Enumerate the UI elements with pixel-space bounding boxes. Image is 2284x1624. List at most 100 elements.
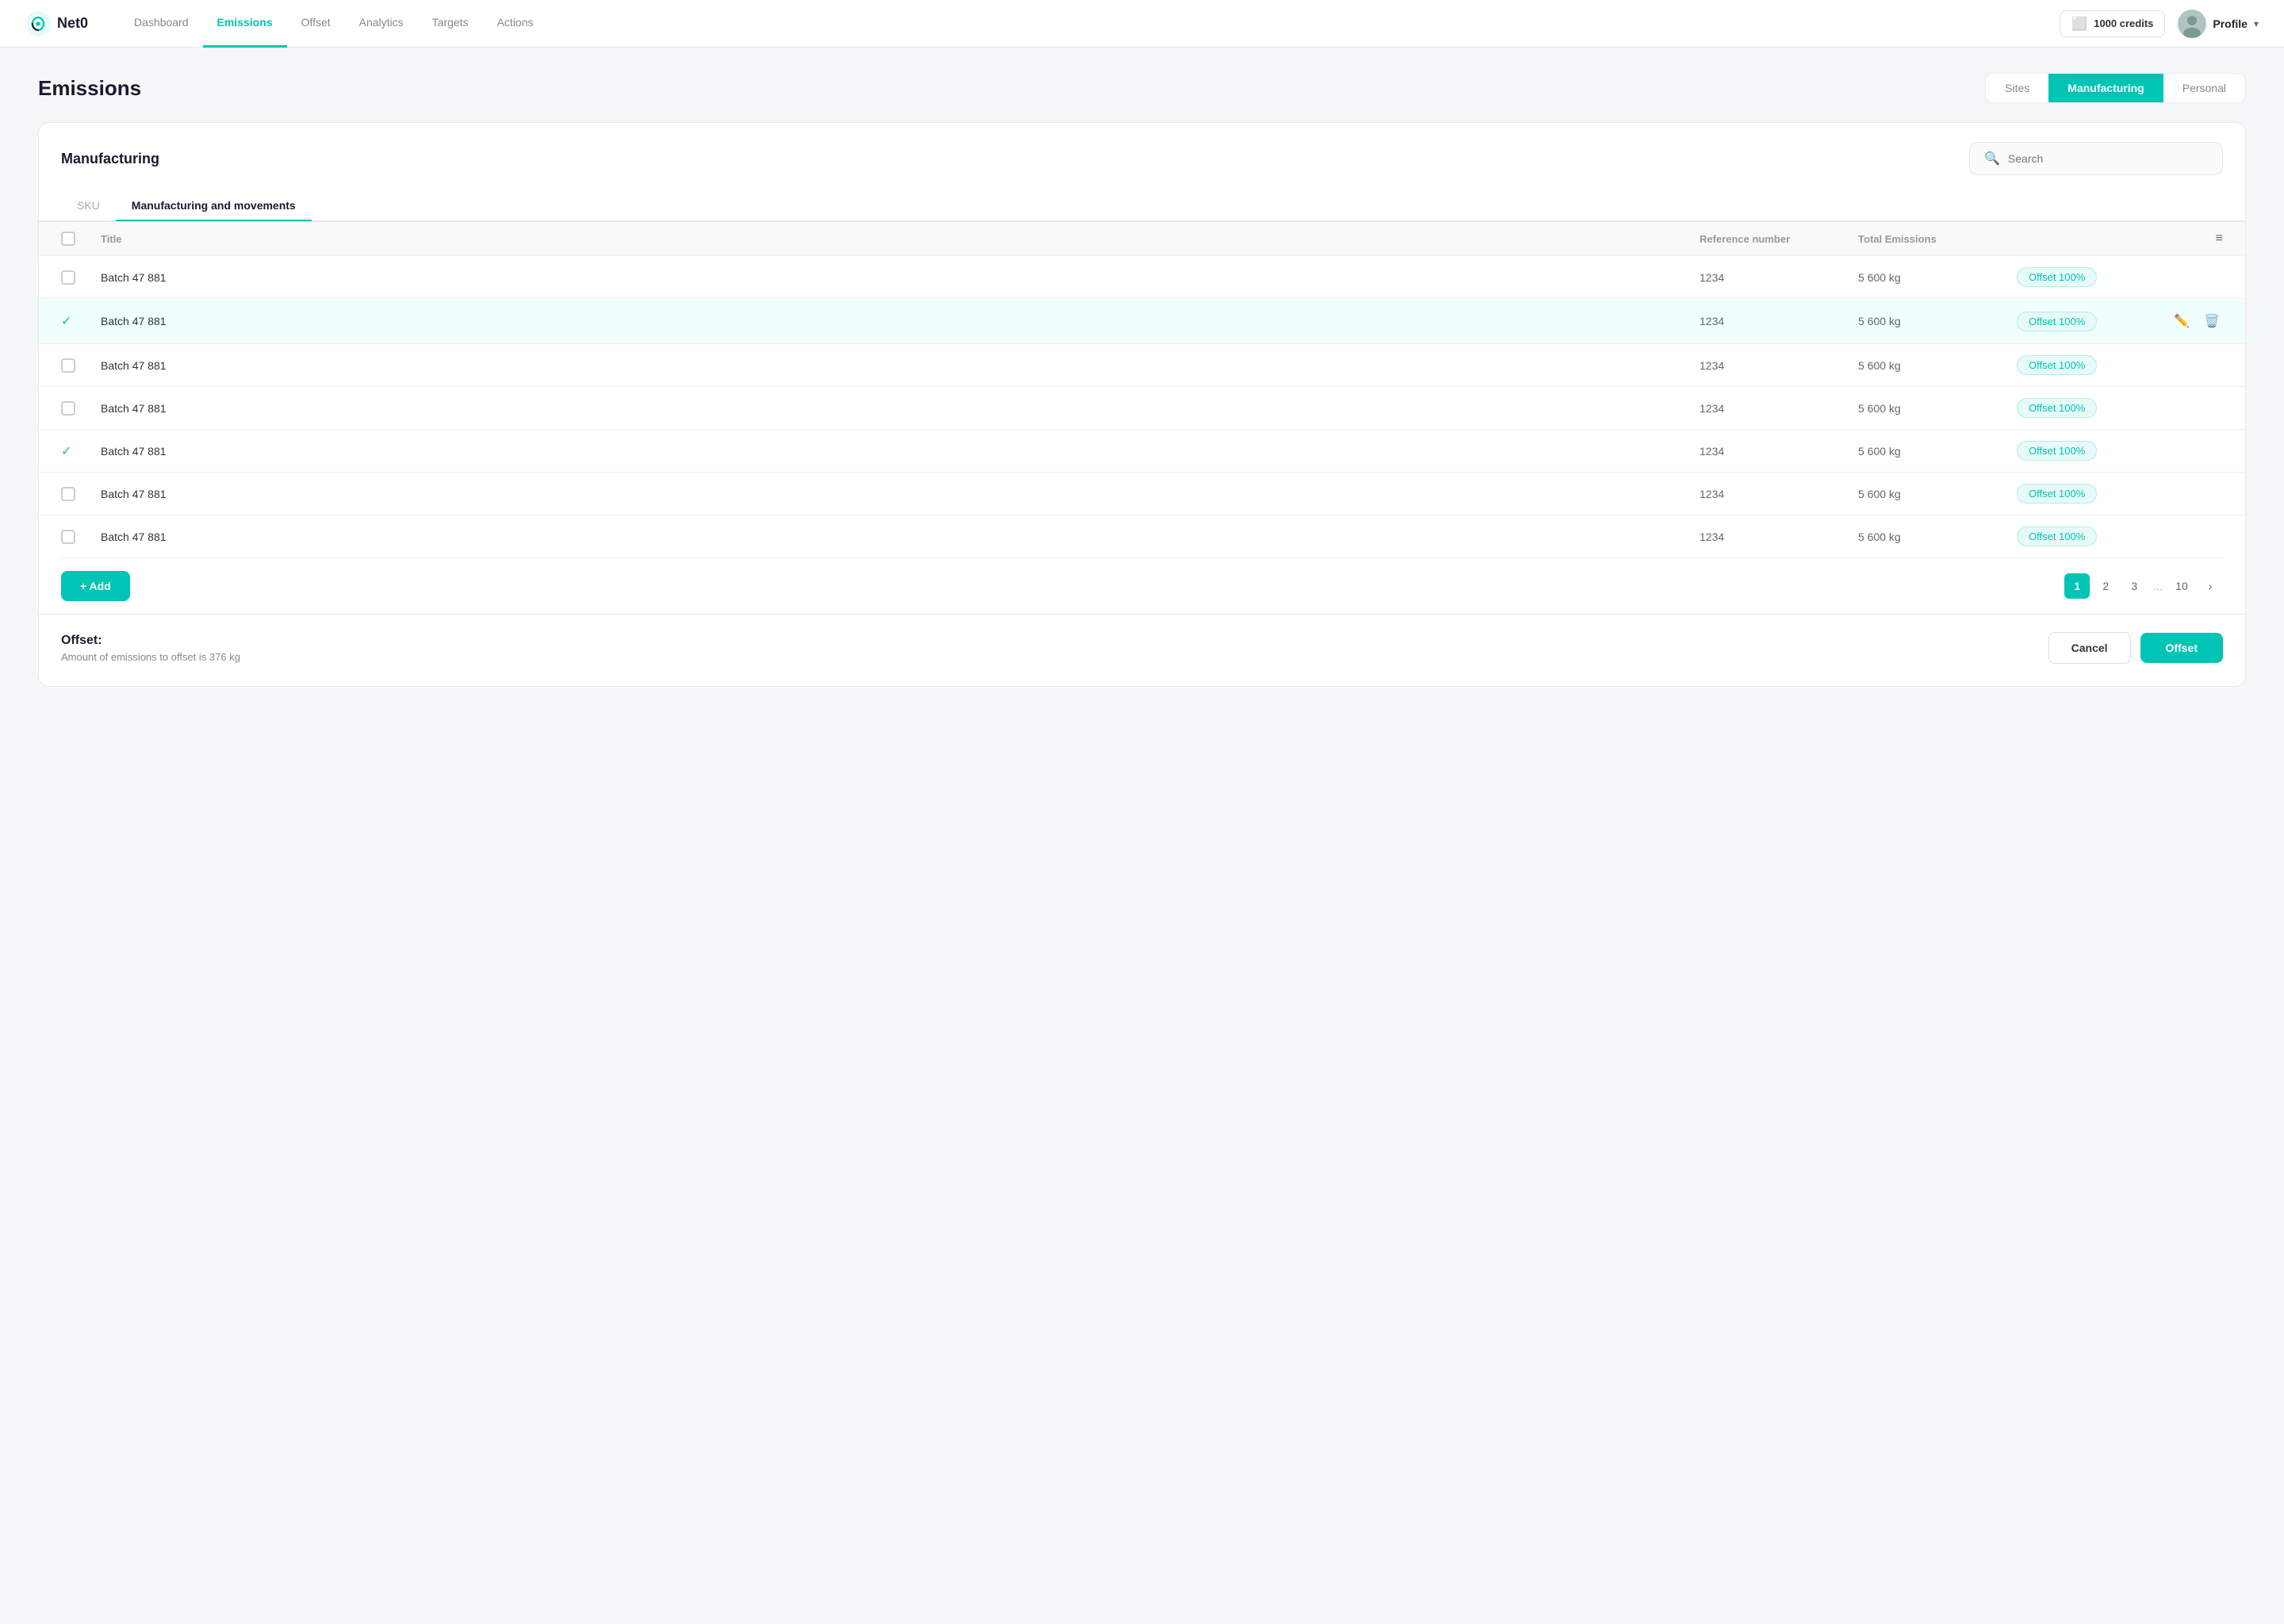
row-title-4: Batch 47 881 [101,402,1700,415]
offset-action-button[interactable]: Offset [2140,633,2223,663]
row-ref-5: 1234 [1700,445,1858,458]
row-emissions-2: 5 600 kg [1858,315,2017,327]
tab-manufacturing[interactable]: Manufacturing [2048,74,2163,102]
table-row[interactable]: Batch 47 881 1234 5 600 kg Offset 100% [39,473,2245,515]
tab-sku[interactable]: SKU [61,191,116,221]
row-checkbox-7[interactable] [61,530,75,544]
credits-text: 1000 credits [2094,17,2153,29]
select-all-checkbox[interactable] [61,232,75,246]
pagination: 1 2 3 ... 10 › [2064,573,2223,599]
manufacturing-card: Manufacturing 🔍 SKU Manufacturing and mo… [38,122,2246,687]
offset-badge-3: Offset 100% [2017,355,2097,375]
tab-sites[interactable]: Sites [1986,74,2048,102]
table-row[interactable]: Batch 47 881 1234 5 600 kg Offset 100% [39,256,2245,298]
add-button[interactable]: + Add [61,571,130,601]
row-checkbox-1[interactable] [61,270,75,285]
offset-badge-2: Offset 100% [2017,312,2097,331]
card-footer: + Add 1 2 3 ... 10 › [61,557,2223,614]
search-box[interactable]: 🔍 [1969,142,2223,175]
table-row-wrap-6: Batch 47 881 1234 5 600 kg Offset 100% [39,472,2245,515]
nav-emissions[interactable]: Emissions [203,0,287,48]
search-icon: 🔍 [1984,151,2000,167]
row-title-2: Batch 47 881 [101,315,1700,327]
row-emissions-3: 5 600 kg [1858,359,2017,372]
row-title-5: Batch 47 881 [101,445,1700,458]
offset-badge-4: Offset 100% [2017,398,2097,418]
edit-button[interactable]: ✏️ [2171,310,2193,332]
row-emissions-5: 5 600 kg [1858,445,2017,458]
table-header: Title Reference number Total Emissions ≡ [39,221,2245,255]
nav-dashboard[interactable]: Dashboard [120,0,203,48]
table-row[interactable]: Batch 47 881 1234 5 600 kg Offset 100% [39,387,2245,429]
page-content: Emissions Sites Manufacturing Personal M… [0,48,2284,712]
offset-badge-6: Offset 100% [2017,484,2097,504]
card-header: Manufacturing 🔍 [61,142,2223,175]
nav-links: Dashboard Emissions Offset Analytics Tar… [120,0,2060,48]
filter-icon[interactable]: ≡ [2159,232,2223,246]
row-checkbox-4[interactable] [61,401,75,416]
offset-label: Offset: [61,634,240,648]
table-row-wrap-5: ✓ Batch 47 881 1234 5 600 kg Offset 100% [39,429,2245,472]
offset-description: Amount of emissions to offset is 376 kg [61,651,240,663]
offset-badge-1: Offset 100% [2017,267,2097,287]
logo-text: Net0 [57,15,88,32]
page-btn-2[interactable]: 2 [2093,573,2118,599]
row-title-3: Batch 47 881 [101,359,1700,372]
table-row-wrap-2: ✓ Batch 47 881 1234 5 600 kg Offset 100%… [39,298,2245,343]
nav-targets[interactable]: Targets [418,0,483,48]
table-row-wrap-4: Batch 47 881 1234 5 600 kg Offset 100% [39,386,2245,429]
row-emissions-1: 5 600 kg [1858,271,2017,284]
tab-manufacturing-movements[interactable]: Manufacturing and movements [116,191,312,221]
page-title: Emissions [38,76,141,101]
table-row-wrap-7: Batch 47 881 1234 5 600 kg Offset 100% [39,515,2245,557]
row-check-5[interactable]: ✓ [61,443,101,459]
page-btn-1[interactable]: 1 [2064,573,2090,599]
row-checkbox-3[interactable] [61,358,75,373]
page-btn-next[interactable]: › [2198,573,2223,599]
row-actions-2: ✏️ 🗑️ [2159,310,2223,332]
table-row-wrap-1: Batch 47 881 1234 5 600 kg Offset 100% [39,255,2245,298]
delete-button[interactable]: 🗑️ [2201,310,2223,332]
navbar: Net0 Dashboard Emissions Offset Analytic… [0,0,2284,48]
offset-info: Offset: Amount of emissions to offset is… [61,634,240,663]
offset-badge-7: Offset 100% [2017,527,2097,546]
row-check-2[interactable]: ✓ [61,313,101,329]
credits-icon: ⬜ [2071,16,2087,32]
profile-area[interactable]: Profile ▾ [2178,10,2259,38]
table-row[interactable]: Batch 47 881 1234 5 600 kg Offset 100% [39,344,2245,386]
logo[interactable]: Net0 [25,11,88,36]
nav-actions[interactable]: Actions [483,0,548,48]
avatar [2178,10,2206,38]
table-row[interactable]: ✓ Batch 47 881 1234 5 600 kg Offset 100% [39,430,2245,472]
nav-analytics[interactable]: Analytics [345,0,418,48]
logo-icon [25,11,51,36]
page-header: Emissions Sites Manufacturing Personal [38,73,2246,103]
table-row-wrap-3: Batch 47 881 1234 5 600 kg Offset 100% [39,343,2245,386]
row-ref-3: 1234 [1700,359,1858,372]
page-btn-3[interactable]: 3 [2121,573,2147,599]
tab-personal[interactable]: Personal [2163,74,2245,102]
row-checkbox-6[interactable] [61,487,75,501]
col-ref: Reference number [1700,233,1858,245]
nav-right: ⬜ 1000 credits Profile ▾ [2060,10,2259,38]
offset-badge-5: Offset 100% [2017,441,2097,461]
profile-name: Profile [2213,17,2248,30]
offset-buttons: Cancel Offset [2048,632,2223,664]
nav-offset[interactable]: Offset [287,0,345,48]
search-input[interactable] [2008,152,2208,165]
card-title: Manufacturing [61,151,159,167]
table-row[interactable]: Batch 47 881 1234 5 600 kg Offset 100% [39,515,2245,557]
row-title-6: Batch 47 881 [101,488,1700,500]
row-emissions-7: 5 600 kg [1858,530,2017,543]
table-wrap: Title Reference number Total Emissions ≡… [39,221,2245,557]
col-emissions: Total Emissions [1858,233,2017,245]
cancel-button[interactable]: Cancel [2048,632,2131,664]
page-dots: ... [2150,580,2166,592]
credits-box[interactable]: ⬜ 1000 credits [2060,10,2165,37]
page-btn-last[interactable]: 10 [2169,573,2194,599]
row-ref-7: 1234 [1700,530,1858,543]
row-ref-2: 1234 [1700,315,1858,327]
sub-tabs: SKU Manufacturing and movements [39,191,2245,221]
table-row-selected[interactable]: ✓ Batch 47 881 1234 5 600 kg Offset 100%… [39,299,2245,343]
view-tabs: Sites Manufacturing Personal [1985,73,2246,103]
